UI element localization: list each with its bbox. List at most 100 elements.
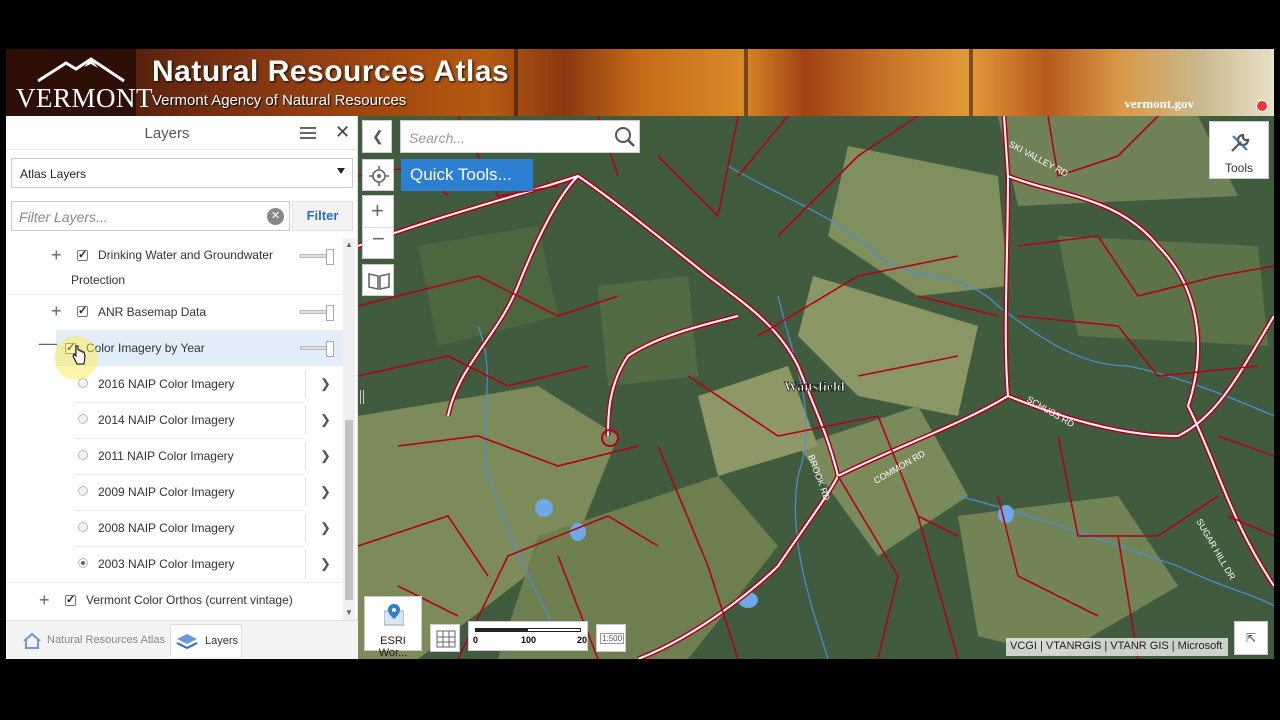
scrollbar-thumb[interactable] (345, 420, 353, 600)
sublayer-label: 2009 NAIP Color Imagery (98, 485, 235, 499)
app-window: VERMONT Natural Resources Atlas Vermont … (6, 49, 1274, 659)
opacity-slider[interactable] (300, 341, 334, 357)
scale-tick: 0 (473, 635, 479, 645)
sublayer-label: 2008 NAIP Color Imagery (98, 521, 235, 535)
expand-icon[interactable]: + (51, 302, 62, 320)
tab-label: Natural Resources Atlas (47, 634, 165, 646)
zoom-controls: + − (362, 195, 394, 259)
layer-row-drinking-water[interactable]: + Drinking Water and Groundwater Protect… (6, 238, 343, 294)
search-input[interactable]: Search... (400, 120, 640, 153)
layer-row-anr-basemap[interactable]: + ANR Basemap Data (6, 294, 343, 330)
sublayer-radio[interactable] (78, 414, 88, 424)
sublayer-radio-selected[interactable] (78, 558, 88, 568)
basemap-button[interactable]: ESRI Wor... (364, 596, 422, 659)
zoom-out-button[interactable]: − (372, 226, 385, 252)
tab-layers[interactable]: Layers (170, 624, 242, 657)
layer-set-dropdown[interactable]: Atlas Layers (11, 158, 353, 188)
vermont-gov-link[interactable]: vermont.gov (1124, 96, 1194, 112)
sublayer-row[interactable]: 2016 NAIP Color Imagery ❯ (6, 366, 343, 402)
scale-text: 1:500 (600, 633, 625, 644)
home-icon (23, 632, 41, 649)
filter-layers-input[interactable]: Filter Layers... (11, 201, 290, 231)
layer-list: + Drinking Water and Groundwater Protect… (6, 238, 343, 620)
map-view[interactable]: Waitsfield SKI VALLEY RD SCHUSS RD COMMO… (358, 116, 1274, 659)
filter-button[interactable]: Filter (292, 201, 353, 231)
layer-label: ANR Basemap Data (98, 305, 207, 319)
chevron-right-icon[interactable]: ❯ (320, 520, 331, 536)
sublayer-label: 2003 NAIP Color Imagery (98, 557, 235, 571)
sublayer-row[interactable]: 2003 NAIP Color Imagery ❯ (6, 546, 343, 582)
tools-label: Tools (1224, 161, 1253, 175)
menu-icon[interactable] (300, 127, 316, 139)
layer-checkbox[interactable] (77, 304, 88, 317)
expand-icon[interactable]: + (39, 591, 50, 609)
zoom-in-button[interactable]: + (371, 198, 384, 224)
sublayer-row[interactable]: 2009 NAIP Color Imagery ❯ (6, 474, 343, 510)
sublayer-row[interactable]: 2014 NAIP Color Imagery ❯ (6, 402, 343, 438)
chevron-right-icon[interactable]: ❯ (320, 412, 331, 428)
opacity-slider[interactable] (300, 249, 334, 265)
panel-title: Layers (144, 125, 190, 142)
layer-label: Vermont Color Orthos (current vintage) (86, 593, 293, 607)
hand-cursor-icon (72, 345, 86, 365)
tab-label: Layers (205, 635, 239, 647)
map-attribution: VCGI | VTANRGIS | VTANR GIS | Microsoft (1006, 638, 1228, 656)
overview-map-button[interactable] (430, 624, 460, 652)
sublayer-label: 2011 NAIP Color Imagery (98, 449, 234, 463)
place-label: Waitsfield (784, 380, 845, 395)
locate-button[interactable] (362, 159, 394, 191)
layers-panel: Layers ✕ Atlas Layers Filter Layers... ✕… (6, 116, 358, 659)
chevron-right-icon[interactable]: ❯ (320, 556, 331, 572)
tools-button[interactable]: Tools (1209, 121, 1269, 179)
expand-corner-button[interactable]: ⇱ (1234, 621, 1268, 655)
map-canvas: Waitsfield SKI VALLEY RD SCHUSS RD COMMO… (358, 116, 1274, 659)
layer-label: Color Imagery by Year (86, 341, 205, 355)
crosshair-icon (369, 166, 389, 186)
sublayer-label: 2016 NAIP Color Imagery (98, 377, 235, 391)
scale-tick: 100 (521, 635, 537, 645)
bottom-tab-bar: Natural Resources Atlas Layers (6, 620, 358, 659)
scroll-down-icon[interactable]: ▼ (345, 608, 353, 617)
tab-natural-resources-atlas[interactable]: Natural Resources Atlas (16, 624, 166, 657)
sublayer-row[interactable]: 2011 NAIP Color Imagery ❯ (6, 438, 343, 474)
sublayer-radio[interactable] (78, 450, 88, 460)
chevron-right-icon[interactable]: ❯ (320, 376, 331, 392)
collapse-icon[interactable]: — (39, 334, 57, 352)
layer-row-vermont-orthos[interactable]: + Vermont Color Orthos (current vintage) (6, 582, 343, 618)
banner-close-icon[interactable] (1256, 100, 1268, 112)
search-icon[interactable] (614, 126, 636, 148)
sublayer-radio[interactable] (78, 522, 88, 532)
chevron-left-icon: ❮ (372, 128, 384, 144)
layer-checkbox[interactable] (77, 248, 88, 261)
bookmarks-button[interactable] (362, 264, 394, 296)
chevron-right-icon[interactable]: ❯ (320, 448, 331, 464)
collapse-panel-button[interactable]: ❮ (362, 120, 392, 153)
arrow-up-left-icon: ⇱ (1245, 631, 1257, 645)
scroll-up-icon[interactable]: ▲ (345, 240, 353, 249)
layers-icon (176, 634, 198, 650)
panel-header: Layers ✕ (6, 116, 358, 150)
map-pin-icon (384, 604, 404, 626)
close-icon[interactable]: ✕ (335, 122, 350, 143)
quick-tools-button[interactable]: Quick Tools... (401, 159, 533, 191)
scale-tick: 20 (577, 635, 588, 645)
state-wordmark: VERMONT (16, 83, 153, 113)
panel-resize-handle[interactable] (358, 388, 366, 408)
scale-button[interactable]: 1:500 (596, 624, 626, 652)
sublayer-row[interactable]: 2008 NAIP Color Imagery ❯ (6, 510, 343, 546)
dropdown-value: Atlas Layers (20, 167, 87, 181)
caret-down-icon (337, 168, 345, 174)
chevron-right-icon[interactable]: ❯ (320, 484, 331, 500)
header-banner: VERMONT Natural Resources Atlas Vermont … (6, 49, 1274, 116)
app-title: Natural Resources Atlas (152, 55, 510, 88)
expand-icon[interactable]: + (51, 246, 62, 264)
grid-map-icon (436, 630, 456, 648)
wrench-icon (1231, 133, 1250, 152)
app-subtitle: Vermont Agency of Natural Resources (152, 92, 407, 109)
vermont-logo-icon (37, 57, 125, 83)
book-icon (368, 273, 390, 290)
sublayer-radio[interactable] (78, 486, 88, 496)
opacity-slider[interactable] (300, 305, 334, 321)
layer-checkbox[interactable] (65, 593, 76, 606)
clear-filter-icon[interactable]: ✕ (267, 208, 284, 225)
